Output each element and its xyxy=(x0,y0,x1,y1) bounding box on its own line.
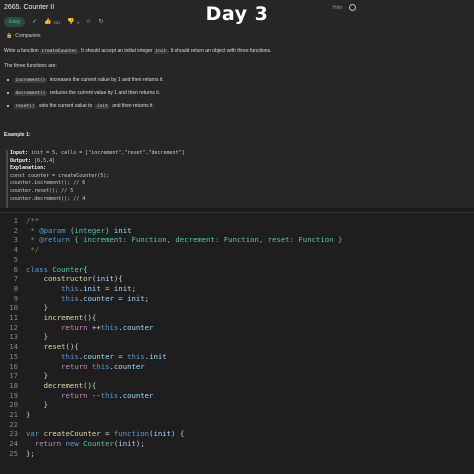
explanation-line: counter.increment(); // 6 xyxy=(10,180,86,187)
problem-meta-row: Easy ✓ 👍 251 👎 4 ☆ ↻ xyxy=(4,17,103,27)
bullet-text: increases the current value by 1 and the… xyxy=(49,77,164,83)
line-number: 9 xyxy=(13,293,18,303)
line-number: 20 xyxy=(9,400,18,410)
code-line-4[interactable]: 4 */ xyxy=(0,245,40,255)
line-number: 22 xyxy=(9,419,18,429)
three-functions-text: The three functions are: xyxy=(4,63,57,69)
line-number: 14 xyxy=(9,342,18,352)
line-number: 24 xyxy=(9,439,18,449)
companies-label: Companies xyxy=(15,33,41,39)
line-number: 12 xyxy=(9,322,18,332)
line-number: 18 xyxy=(9,380,18,390)
intro-text-b: . It should accept an initial integer xyxy=(78,48,154,54)
code-createCounter: createCounter xyxy=(40,49,79,54)
hint-button[interactable]: Hint xyxy=(333,5,342,11)
code-line-19[interactable]: 19 return --this.counter xyxy=(0,390,153,401)
line-number: 2 xyxy=(13,225,18,235)
code-line-17[interactable]: 17 } xyxy=(0,371,48,381)
explanation-line: const counter = createCounter(5); xyxy=(10,172,110,179)
check-icon: ✓ xyxy=(32,19,38,25)
code-line-16[interactable]: 16 return this.counter xyxy=(0,361,144,372)
thumbs-up-icon[interactable]: 👍 xyxy=(44,18,51,26)
code-line-15[interactable]: 15 this.counter = this.init xyxy=(0,351,166,362)
output-value: [6,5,4] xyxy=(31,157,56,164)
code-line-11[interactable]: 11 increment(){ xyxy=(0,313,96,323)
bullet-reset: reset() sets the current value to init a… xyxy=(7,103,154,109)
likes-count: 251 xyxy=(53,19,61,25)
line-number: 11 xyxy=(9,313,18,322)
star-icon[interactable]: ☆ xyxy=(86,18,91,26)
line-number: 19 xyxy=(9,390,18,400)
code-line-5[interactable]: 5 xyxy=(0,255,18,265)
dislikes-count: 4 xyxy=(76,19,80,25)
input-value: init = 5, calls = ["increment","reset","… xyxy=(28,150,185,156)
explanation-line: counter.reset(); // 5 xyxy=(10,187,74,194)
line-number: 8 xyxy=(13,283,18,293)
thumbs-down-icon[interactable]: 👎 xyxy=(67,18,74,26)
code-line-1[interactable]: 1/** xyxy=(0,216,40,226)
code-init-2: init xyxy=(95,103,110,109)
line-number: 10 xyxy=(9,303,18,313)
code-decrement: decrement() xyxy=(14,90,47,96)
code-line-23[interactable]: 23 var createCounter = function(init) { xyxy=(0,429,184,439)
bullet-text-2: and then returns it. xyxy=(112,103,154,109)
line-number: 4 xyxy=(13,245,18,255)
bullet-text: reduces the current value by 1 and then … xyxy=(49,90,161,96)
line-number: 25 xyxy=(9,448,18,458)
description-panel: 2665. Counter II Day 3 Hint Easy ✓ 👍 251… xyxy=(0,0,474,208)
code-line-8[interactable]: 8 this.init = init; xyxy=(0,283,136,294)
line-number: 16 xyxy=(9,361,18,371)
share-icon[interactable]: ↻ xyxy=(98,18,103,26)
intro-text-c: . It should return an object with three … xyxy=(167,48,272,54)
timer-icon[interactable] xyxy=(349,4,356,11)
line-number: 15 xyxy=(9,351,18,361)
line-number: 17 xyxy=(9,371,18,381)
explanation-label: Explanation: xyxy=(10,165,47,172)
line-number: 7 xyxy=(13,274,18,284)
output-label: Output: xyxy=(10,157,32,164)
code-line-10[interactable]: 10 } xyxy=(0,303,48,313)
code-line-25[interactable]: 25}; xyxy=(0,448,35,459)
companies-tag[interactable]: 🔒 Companies xyxy=(6,33,41,39)
bullet-increment: increment() increases the current value … xyxy=(7,77,164,83)
input-label: Input: xyxy=(10,150,29,156)
explanation-line: counter.decrement(); // 4 xyxy=(10,195,86,202)
code-line-14[interactable]: 14 reset(){ xyxy=(0,342,79,352)
code-line-6[interactable]: 6 class Counter{ xyxy=(0,264,88,275)
intro-text-a: Write a function xyxy=(4,48,41,54)
lock-icon: 🔒 xyxy=(6,33,13,39)
line-number: 13 xyxy=(9,332,18,342)
code-editor[interactable]: 1/** 2 * @param {integer} init 3 * @retu… xyxy=(0,212,474,474)
code-line-13[interactable]: 13 } xyxy=(0,332,48,342)
code-line-7[interactable]: 7 constructor(init){ xyxy=(0,274,123,284)
example-title: Example 1: xyxy=(4,132,31,138)
line-number: 5 xyxy=(13,254,18,264)
code-init: init xyxy=(153,49,168,54)
line-number: 21 xyxy=(9,410,18,419)
code-line-22[interactable]: 22 xyxy=(0,420,18,430)
description-intro: Write a function createCounter. It shoul… xyxy=(4,48,271,54)
bullet-decrement: decrement() reduces the current value by… xyxy=(7,90,160,96)
code-reset: reset() xyxy=(14,103,36,109)
code-line-18[interactable]: 18 decrement(){ xyxy=(0,380,96,391)
code-line-12[interactable]: 12 return ++this.counter xyxy=(0,322,153,333)
example-box: Input: init = 5, calls = ["increment","r… xyxy=(6,150,462,208)
code-line-2[interactable]: 2 * @param {integer} init xyxy=(0,225,132,236)
line-number: 6 xyxy=(13,264,18,274)
code-line-9[interactable]: 9 this.counter = init; xyxy=(0,293,149,304)
code-line-20[interactable]: 20 } xyxy=(0,400,48,410)
code-line-24[interactable]: 24 return new Counter(init); xyxy=(0,439,145,449)
code-line-21[interactable]: 21} xyxy=(0,410,30,420)
line-number: 23 xyxy=(9,429,18,439)
difficulty-badge: Easy xyxy=(4,17,26,27)
code-increment: increment() xyxy=(14,77,47,83)
bullet-text: sets the current value to xyxy=(38,103,93,109)
line-number: 1 xyxy=(13,216,18,225)
line-number: 3 xyxy=(13,235,18,245)
code-line-3[interactable]: 3 * @return { increment: Function, decre… xyxy=(0,235,343,245)
